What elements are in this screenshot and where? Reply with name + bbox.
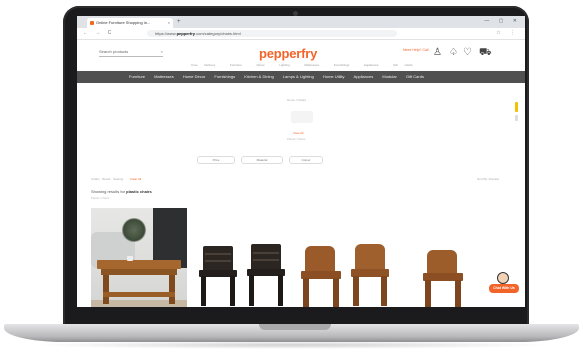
chair-slat [205, 253, 231, 255]
chair-leg [278, 275, 283, 306]
category-home-decor[interactable]: Home Décor [183, 71, 205, 83]
chair-leg [455, 280, 461, 307]
photo-table-leg [169, 274, 175, 304]
photo-table-leg [103, 274, 109, 304]
laptop-screen: Online Furniture Shopping in... × + — ▢ … [77, 16, 525, 307]
clear-all-link[interactable]: Clear All [130, 177, 141, 181]
product-image-chair-wood-1[interactable] [299, 246, 343, 307]
window-controls[interactable]: — ▢ ✕ [484, 16, 521, 27]
laptop-scene: Online Furniture Shopping in... × + — ▢ … [0, 0, 583, 355]
chair-back [427, 250, 457, 274]
tab-title: Online Furniture Shopping in... [96, 20, 151, 25]
photo-table-apron [101, 269, 177, 275]
help-link[interactable]: Need Help? Call [403, 48, 429, 52]
url-domain: pepperfry [176, 31, 196, 36]
results-title: Showing results for plastic chairs [91, 189, 152, 194]
results-subtitle: Plastic Chairs [91, 196, 110, 200]
search-icon[interactable]: ⌕ [161, 48, 163, 56]
chair-leg [230, 276, 235, 306]
view-all-link[interactable]: View All [293, 131, 303, 135]
chair-back [203, 246, 233, 270]
product-image-chair-black-1[interactable] [197, 246, 239, 306]
chair-leg [425, 280, 431, 307]
filter-bar: Price Material Colour [197, 156, 427, 164]
sub-navigation[interactable]: Free Delivery · Furniture · Decor · Ligh… [157, 63, 447, 68]
chair-leg [249, 275, 254, 306]
chair-leg [303, 278, 309, 307]
product-image-chair-wood-2[interactable] [349, 244, 391, 306]
filter-material[interactable]: Material [241, 156, 283, 164]
results-prefix: Showing results for [91, 189, 126, 194]
category-kitchen-dining[interactable]: Kitchen & Dining [244, 71, 274, 83]
cart-icon[interactable]: ⛟ [479, 46, 492, 60]
photo-table-shelf [103, 292, 175, 297]
browser-tab-strip: Online Furniture Shopping in... × + — ▢ … [77, 16, 525, 28]
category-furnishings[interactable]: Furnishings [214, 71, 235, 83]
chair-back [355, 244, 385, 270]
photo-wall [153, 208, 187, 268]
user-icon[interactable]: ♙ [433, 46, 442, 60]
pepperfry-favicon-icon [90, 20, 94, 25]
photo-plant [121, 218, 147, 242]
browser-tab[interactable]: Online Furniture Shopping in... × [87, 18, 173, 28]
breadcrumb[interactable]: Home / Chairs [287, 98, 306, 102]
category-modular[interactable]: Modular [382, 71, 396, 83]
chat-avatar-icon[interactable] [497, 272, 509, 284]
category-menu-bar: Furniture Mattresses Home Décor Furnishi… [77, 71, 525, 83]
url-prefix: https://www. [155, 31, 177, 36]
product-image-coffee-table[interactable] [91, 208, 187, 307]
scroll-indicator[interactable] [515, 102, 518, 112]
chair-slat [205, 260, 231, 262]
close-tab-icon[interactable]: × [168, 18, 170, 28]
chair-leg [381, 276, 387, 306]
back-forward-reload-buttons[interactable]: ← → C [83, 28, 114, 39]
search-input[interactable]: Search products ⌕ [99, 48, 163, 57]
category-lamps-lighting[interactable]: Lamps & Lighting [283, 71, 314, 83]
applied-filters: Chairs · Brand · Seating [91, 177, 124, 181]
photo-table-top [97, 260, 181, 269]
url-suffix: .com/category/chairs.html [195, 31, 241, 36]
laptop-base [4, 324, 579, 342]
site-logo[interactable]: pepperfry [259, 46, 317, 61]
category-gift-cards[interactable]: Gift Cards [406, 71, 424, 83]
scroll-indicator-track [515, 115, 518, 121]
category-mattresses[interactable]: Mattresses [154, 71, 174, 83]
category-subtitle: Plastic Chairs [287, 137, 306, 141]
results-term: plastic chairs [126, 189, 152, 194]
sort-dropdown[interactable]: Sort By: Popular [477, 176, 499, 182]
new-tab-button[interactable]: + [177, 17, 181, 27]
chair-slat [253, 259, 279, 261]
chair-leg [333, 278, 339, 307]
sort-bar: Chairs · Brand · Seating Clear All Sort … [91, 176, 511, 182]
chair-leg [353, 276, 359, 306]
category-thumbnail[interactable] [291, 111, 313, 123]
bookmark-menu-icons[interactable]: ☆ ⋮ [496, 28, 519, 39]
chat-with-us-button[interactable]: Chat With Us [489, 284, 519, 293]
url-input[interactable]: https://www.pepperfry.com/category/chair… [147, 30, 397, 37]
chair-leg [201, 276, 206, 306]
chair-slat [253, 252, 279, 254]
laptop-notch [259, 324, 331, 330]
filter-price[interactable]: Price [197, 156, 235, 164]
filter-colour[interactable]: Colour [289, 156, 323, 164]
category-appliances[interactable]: Appliances [354, 71, 374, 83]
search-placeholder: Search products [99, 49, 129, 54]
photo-cup [127, 256, 133, 261]
laptop-shadow [30, 341, 553, 349]
site-header: Search products ⌕ pepperfry Need Help? C… [77, 40, 525, 70]
chair-back [305, 246, 335, 272]
chair-back [251, 244, 281, 269]
category-furniture[interactable]: Furniture [129, 71, 145, 83]
product-image-chair-wood-3[interactable] [421, 250, 465, 307]
browser-address-bar: ← → C https://www.pepperfry.com/category… [77, 28, 525, 40]
wishlist-heart-icon[interactable]: ♡ [463, 46, 472, 60]
product-image-chair-black-2[interactable] [245, 244, 287, 306]
notification-icon[interactable]: ♤ [449, 46, 458, 60]
category-home-utility[interactable]: Home Utility [323, 71, 345, 83]
